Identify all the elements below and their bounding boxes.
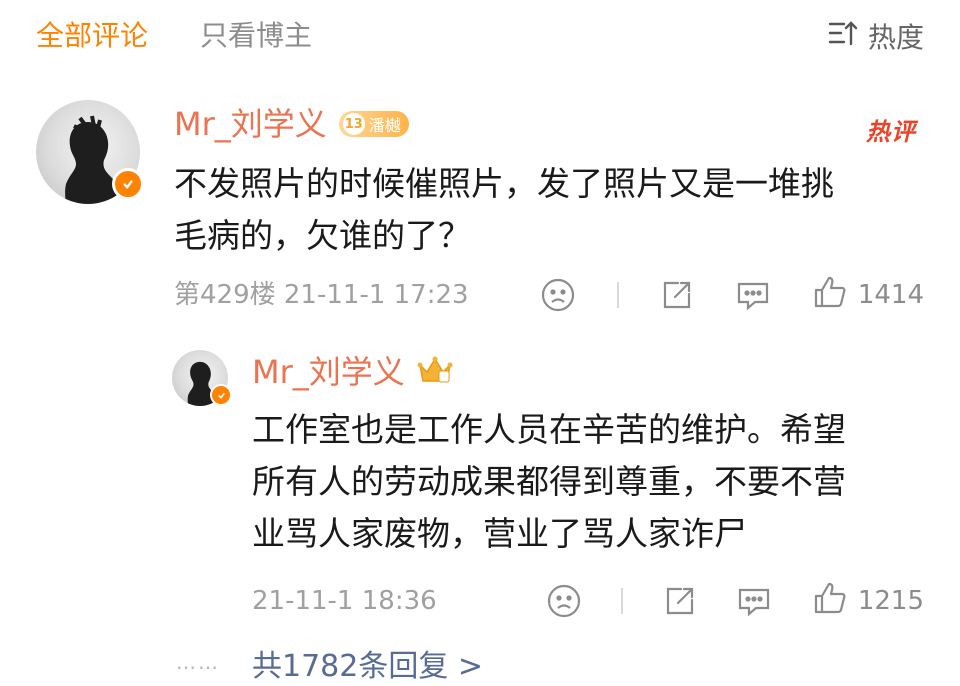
verified-icon: [112, 168, 144, 200]
verified-icon: [210, 384, 232, 406]
comment-text: 不发照片的时候催照片，发了照片又是一堆挑 毛病的，欠谁的了？: [174, 164, 834, 255]
fan-level-badge[interactable]: 13 潘樾: [338, 111, 409, 137]
comment-username[interactable]: Mr_刘学义: [174, 104, 327, 144]
reply-avatar[interactable]: [172, 350, 232, 406]
sort-label: 热度: [867, 21, 924, 54]
sort-icon: [828, 19, 858, 54]
reply-icon[interactable]: [735, 278, 771, 312]
dislike-icon[interactable]: [540, 277, 576, 313]
like-count: 1414: [857, 280, 924, 310]
dislike-icon[interactable]: [546, 583, 582, 619]
share-icon[interactable]: [663, 584, 697, 618]
tab-owner-only[interactable]: 只看博主: [200, 18, 312, 54]
like-button[interactable]: 1414: [812, 274, 924, 317]
reply-username[interactable]: Mr_刘学义: [252, 352, 405, 392]
hot-comment-tag: 热评: [866, 118, 916, 146]
reply-text: 工作室也是工作人员在辛苦的维护。希望 所有人的劳动成果都得到尊重，不要不营 业骂…: [252, 410, 846, 553]
comment-actions: 1414: [540, 276, 924, 314]
comment-meta: 第429楼 21-11-1 17:23: [174, 280, 469, 310]
reply-meta: 21-11-1 18:36: [252, 586, 437, 616]
crown-icon[interactable]: [417, 355, 453, 389]
like-button[interactable]: 1215: [812, 580, 924, 623]
like-count: 1215: [857, 586, 924, 616]
divider: [616, 282, 619, 308]
divider: [621, 588, 624, 614]
thumbs-up-icon: [812, 580, 848, 623]
thumbs-up-icon: [812, 274, 848, 317]
ellipsis-dots: ……: [176, 650, 220, 674]
reply-actions: 1215: [546, 582, 924, 620]
badge-text: 潘樾: [368, 116, 401, 135]
avatar[interactable]: [36, 100, 144, 204]
reply-icon[interactable]: [736, 584, 772, 618]
level-number: 13: [342, 113, 365, 135]
tab-all-comments[interactable]: 全部评论: [36, 18, 148, 54]
share-icon[interactable]: [660, 278, 694, 312]
view-all-replies-link[interactable]: 共1782条回复 >: [252, 648, 483, 686]
sort-button[interactable]: 热度: [828, 18, 924, 54]
